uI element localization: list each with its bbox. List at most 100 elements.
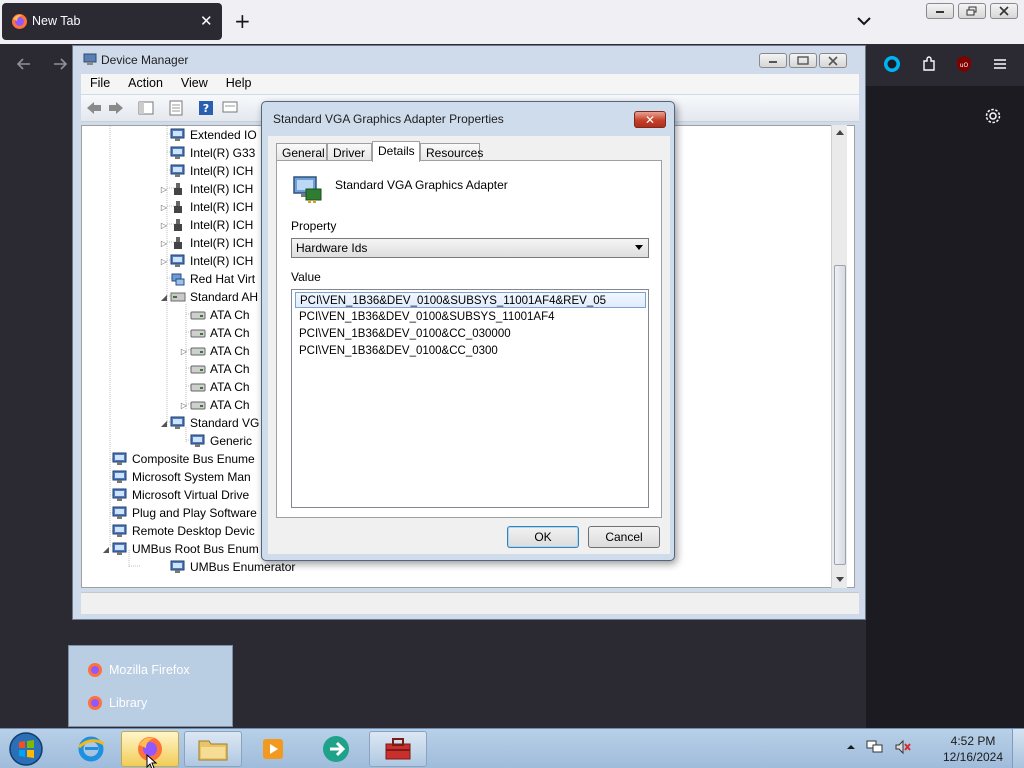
tree-vertical-scrollbar[interactable] [831, 125, 847, 588]
extensions-icon[interactable] [919, 54, 939, 74]
hamburger-menu-icon[interactable] [990, 54, 1010, 74]
scrollbar-thumb[interactable] [834, 265, 846, 565]
forward-arrow-icon[interactable] [50, 54, 70, 74]
system-clock[interactable]: 4:52 PM 12/16/2024 [936, 733, 1010, 765]
forward-arrow-icon[interactable] [107, 100, 125, 116]
taskbar-internet-explorer[interactable] [62, 731, 120, 767]
tab-new-tab[interactable]: New Tab ✕ [2, 3, 222, 40]
tree-item[interactable]: ◢ UMBus Root Bus Enum [100, 540, 259, 558]
jumplist-item-library[interactable]: Library [87, 692, 147, 714]
help-icon[interactable]: ? [197, 100, 215, 116]
back-arrow-icon[interactable] [14, 54, 34, 74]
tree-item[interactable]: ATA Ch [178, 306, 250, 324]
tree-item[interactable]: ▷ Intel(R) ICH [158, 180, 253, 198]
tree-expander-icon[interactable]: ◢ [100, 545, 112, 554]
globe-arrow-icon [323, 736, 349, 762]
settings-gear-icon[interactable] [984, 107, 1002, 125]
volume-muted-icon[interactable] [894, 739, 912, 755]
tree-item[interactable]: ◢ Standard AH [158, 288, 258, 306]
value-item[interactable]: PCI\VEN_1B36&DEV_0100&CC_0300 [295, 343, 646, 359]
value-item[interactable]: PCI\VEN_1B36&DEV_0100&SUBSYS_11001AF4&RE… [295, 292, 646, 308]
start-button-icon[interactable] [6, 731, 46, 767]
tree-item[interactable]: Generic [178, 432, 252, 450]
tree-item-label: Microsoft Virtual Drive [132, 488, 250, 502]
dialog-close-button[interactable]: ✕ [634, 111, 666, 128]
tree-item[interactable]: Plug and Play Software [100, 504, 257, 522]
value-list[interactable]: PCI\VEN_1B36&DEV_0100&SUBSYS_11001AF4&RE… [291, 289, 649, 508]
ublock-origin-icon[interactable]: uO [954, 54, 974, 74]
value-item[interactable]: PCI\VEN_1B36&DEV_0100&CC_030000 [295, 326, 646, 342]
tree-item[interactable]: ◢ Standard VG [158, 414, 259, 432]
menu-file[interactable]: File [81, 74, 119, 94]
properties-icon[interactable] [167, 100, 185, 116]
property-dropdown[interactable]: Hardware Ids [291, 238, 649, 258]
tab-details[interactable]: Details [372, 141, 420, 162]
tab-driver[interactable]: Driver [327, 143, 372, 161]
scan-hardware-icon[interactable] [221, 100, 239, 116]
show-desktop-button[interactable] [1012, 729, 1024, 768]
menu-view[interactable]: View [172, 74, 217, 94]
tree-expander-icon[interactable]: ▷ [178, 401, 190, 410]
dm-maximize-button[interactable] [789, 53, 817, 68]
scroll-down-arrow-icon[interactable] [836, 577, 844, 583]
property-selected-value: Hardware Ids [296, 241, 368, 255]
taskbar-firefox[interactable] [121, 731, 179, 768]
tree-item[interactable]: ▷ Intel(R) ICH [158, 234, 253, 252]
close-button[interactable] [990, 3, 1018, 19]
tree-item[interactable]: ▷ Intel(R) ICH [158, 198, 253, 216]
taskbar-media-player[interactable] [244, 731, 302, 767]
tab-resources[interactable]: Resources [420, 143, 483, 161]
tree-item[interactable]: Composite Bus Enume [100, 450, 255, 468]
tree-item[interactable]: ▷ Intel(R) ICH [158, 252, 253, 270]
tree-item[interactable]: Extended IO [158, 126, 257, 144]
close-tab-icon[interactable]: ✕ [200, 12, 213, 30]
monitor-icon [170, 254, 185, 267]
tree-expander-icon[interactable]: ◢ [158, 419, 170, 428]
taskbar-file-explorer[interactable] [184, 731, 242, 767]
tree-item[interactable]: Microsoft Virtual Drive [100, 486, 249, 504]
tree-item[interactable]: ATA Ch [178, 324, 250, 342]
menu-help[interactable]: Help [217, 74, 261, 94]
dm-close-button[interactable] [819, 53, 847, 68]
tree-item[interactable]: ▷ ATA Ch [178, 396, 250, 414]
minimize-button[interactable] [926, 3, 954, 19]
restore-button[interactable] [958, 3, 986, 19]
jumplist-item-firefox[interactable]: Mozilla Firefox [87, 659, 190, 681]
menu-action[interactable]: Action [119, 74, 172, 94]
details-panel: Standard VGA Graphics Adapter Property H… [276, 160, 662, 518]
value-item[interactable]: PCI\VEN_1B36&DEV_0100&SUBSYS_11001AF4 [295, 309, 646, 325]
ok-button[interactable]: OK [507, 526, 579, 548]
dm-minimize-button[interactable] [759, 53, 787, 68]
tree-item[interactable]: ATA Ch [178, 360, 250, 378]
tree-item[interactable]: Intel(R) ICH [158, 162, 253, 180]
tree-expander-icon[interactable]: ◢ [158, 293, 170, 302]
cancel-button[interactable]: Cancel [588, 526, 660, 548]
tree-item[interactable]: Intel(R) G33 [158, 144, 255, 162]
show-hide-tree-icon[interactable] [137, 100, 155, 116]
tree-expander-icon[interactable]: ▷ [158, 221, 170, 230]
properties-dialog: Standard VGA Graphics Adapter Properties… [261, 101, 675, 561]
tree-item[interactable]: Red Hat Virt [158, 270, 255, 288]
tree-item[interactable]: ATA Ch [178, 378, 250, 396]
tree-item-label: ATA Ch [210, 398, 250, 412]
taskbar-network-app[interactable] [307, 731, 365, 767]
network-icon[interactable] [866, 739, 884, 755]
scroll-up-arrow-icon[interactable] [836, 129, 844, 135]
tree-expander-icon[interactable]: ▷ [158, 239, 170, 248]
show-hidden-icons-icon[interactable] [846, 743, 856, 751]
tree-expander-icon[interactable]: ▷ [158, 203, 170, 212]
tree-item[interactable]: Remote Desktop Devic [100, 522, 255, 540]
tree-item[interactable]: Microsoft System Man [100, 468, 251, 486]
tree-expander-icon[interactable]: ▷ [158, 185, 170, 194]
chevron-down-icon[interactable] [852, 9, 876, 33]
tree-expander-icon[interactable]: ▷ [158, 257, 170, 266]
account-sync-icon[interactable] [882, 54, 902, 74]
back-arrow-icon[interactable] [85, 100, 103, 116]
tree-item[interactable]: ▷ Intel(R) ICH [158, 216, 253, 234]
taskbar-device-manager[interactable] [369, 731, 427, 767]
new-tab-button[interactable]: + [234, 9, 251, 33]
tab-general[interactable]: General [276, 143, 327, 161]
tree-item[interactable]: ▷ ATA Ch [178, 342, 250, 360]
monitor-icon [170, 164, 185, 177]
tree-expander-icon[interactable]: ▷ [178, 347, 190, 356]
